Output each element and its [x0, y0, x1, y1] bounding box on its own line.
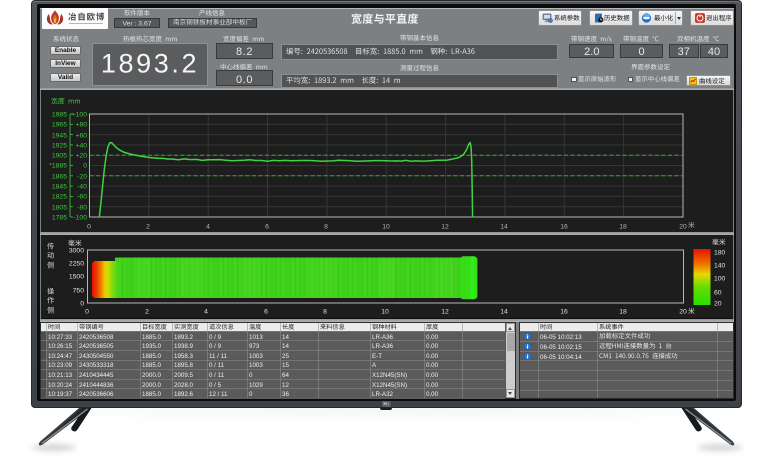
svg-text:+40: +40: [75, 142, 87, 149]
svg-text:+20: +20: [75, 153, 87, 160]
svg-text:16: 16: [560, 223, 568, 230]
svg-text:20: 20: [679, 308, 687, 315]
svg-text:37: 37: [678, 46, 690, 58]
svg-text:2250: 2250: [68, 261, 83, 268]
svg-text:14: 14: [501, 223, 509, 230]
svg-text:3000: 3000: [68, 247, 83, 254]
svg-text:40: 40: [708, 46, 720, 58]
svg-text:2: 2: [146, 223, 150, 230]
svg-text:2.0: 2.0: [584, 46, 599, 58]
svg-text:12: 12: [441, 223, 449, 230]
svg-text:0: 0: [638, 46, 644, 58]
svg-text:0: 0: [87, 223, 91, 230]
svg-text:8: 8: [325, 223, 329, 230]
svg-text:12: 12: [441, 308, 449, 315]
svg-text:20: 20: [679, 223, 687, 230]
svg-text:140: 140: [714, 262, 726, 269]
svg-text:+60: +60: [75, 132, 87, 139]
svg-text:20: 20: [714, 301, 722, 308]
svg-text:0: 0: [80, 300, 84, 307]
svg-text:14: 14: [500, 308, 508, 315]
svg-text:100: 100: [714, 276, 726, 283]
svg-text:18: 18: [619, 223, 627, 230]
svg-text:-80: -80: [77, 204, 87, 211]
svg-text:750: 750: [72, 287, 84, 294]
svg-text:4: 4: [204, 308, 208, 315]
svg-text:180: 180: [714, 249, 726, 256]
svg-text:-100: -100: [73, 214, 87, 221]
svg-text:6: 6: [265, 223, 269, 230]
svg-text:+100: +100: [72, 111, 88, 118]
svg-text:8: 8: [324, 308, 328, 315]
svg-text:18: 18: [620, 308, 628, 315]
svg-text:60: 60: [714, 289, 722, 296]
svg-text:8.2: 8.2: [236, 46, 253, 58]
svg-text:1500: 1500: [68, 274, 83, 281]
svg-text:10: 10: [382, 223, 390, 230]
svg-text:10: 10: [381, 308, 389, 315]
svg-text:1893.2: 1893.2: [101, 49, 199, 79]
svg-text:0.0: 0.0: [236, 73, 253, 85]
svg-text:2: 2: [145, 308, 149, 315]
svg-text:0: 0: [83, 163, 87, 170]
svg-text:-60: -60: [77, 194, 87, 201]
svg-text:+80: +80: [75, 122, 87, 129]
svg-text:0: 0: [85, 308, 89, 315]
svg-text:16: 16: [560, 308, 568, 315]
svg-text:Ver : 3.67: Ver : 3.67: [122, 20, 151, 27]
svg-text:6: 6: [264, 308, 268, 315]
svg-text:-40: -40: [77, 183, 87, 190]
svg-text:-20: -20: [77, 173, 87, 180]
svg-text:4: 4: [206, 223, 210, 230]
